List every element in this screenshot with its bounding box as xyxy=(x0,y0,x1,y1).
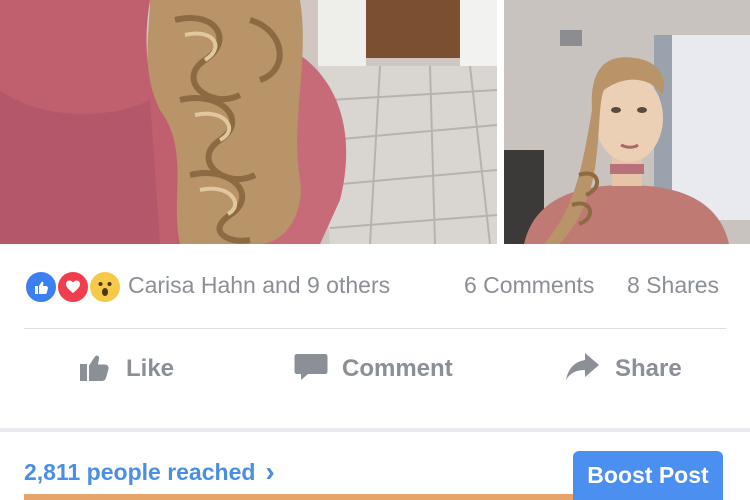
thumbs-up-icon xyxy=(24,270,58,304)
post-photos xyxy=(0,0,750,244)
share-button[interactable]: Share xyxy=(565,346,682,392)
photo-left-illustration xyxy=(0,0,497,244)
like-button[interactable]: Like xyxy=(78,346,174,392)
thumbs-up-icon xyxy=(78,349,112,390)
people-reached-link[interactable]: 2,811 people reached › xyxy=(24,458,275,486)
comment-button[interactable]: Comment xyxy=(294,346,453,392)
comment-label: Comment xyxy=(342,355,453,382)
section-gap xyxy=(0,428,750,432)
shares-count[interactable]: 8 Shares xyxy=(627,272,719,299)
people-reached-text: 2,811 people reached xyxy=(24,458,256,485)
reaction-names[interactable]: Carisa Hahn and 9 others xyxy=(128,272,390,299)
reaction-icons[interactable] xyxy=(24,270,124,304)
progress-underline xyxy=(24,494,573,500)
boost-post-button[interactable]: Boost Post xyxy=(573,451,723,500)
speech-bubble-icon xyxy=(294,349,328,390)
comments-count[interactable]: 6 Comments xyxy=(464,272,594,299)
post-photo-right[interactable] xyxy=(504,0,750,244)
share-label: Share xyxy=(615,355,682,382)
chevron-right-icon: › xyxy=(265,456,275,487)
photo-right-illustration xyxy=(504,0,750,244)
share-arrow-icon xyxy=(565,349,601,390)
heart-icon xyxy=(56,270,90,304)
wow-face-icon xyxy=(88,270,122,304)
like-label: Like xyxy=(126,355,175,382)
post-photo-left[interactable] xyxy=(0,0,497,244)
